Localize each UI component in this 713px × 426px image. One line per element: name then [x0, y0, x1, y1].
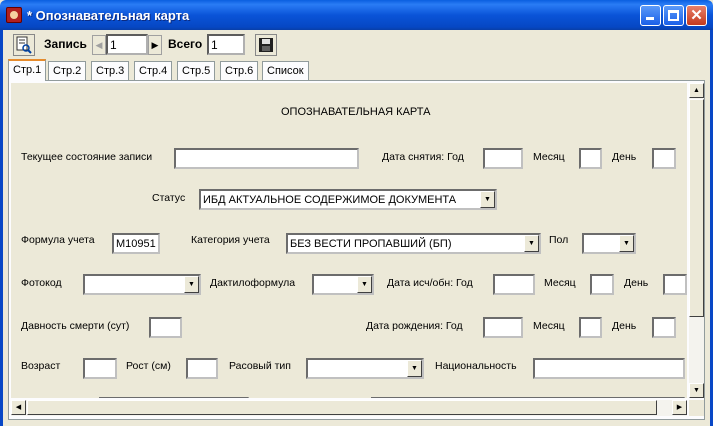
birth-day-label: День — [612, 320, 637, 332]
disappear-year-input[interactable] — [493, 274, 535, 295]
removal-year-input[interactable] — [483, 148, 523, 169]
minimize-button[interactable] — [640, 5, 661, 26]
category-value: БЕЗ ВЕСТИ ПРОПАВШИЙ (БП) — [290, 238, 452, 250]
tab-page-2[interactable]: Стр.2 — [48, 61, 87, 80]
record-label: Запись — [44, 37, 87, 51]
disappear-month-label: Месяц — [544, 277, 576, 289]
nationality-label: Национальность — [435, 360, 517, 372]
chevron-down-icon[interactable]: ▼ — [524, 235, 539, 252]
sex-label: Пол — [549, 234, 569, 246]
removal-month-input[interactable] — [579, 148, 602, 169]
birth-month-label: Месяц — [533, 320, 565, 332]
partial-field-1[interactable] — [99, 397, 249, 398]
scroll-corner — [689, 400, 704, 416]
form-heading: ОПОЗНАВАТЕЛЬНАЯ КАРТА — [281, 106, 431, 118]
search-document-button[interactable] — [13, 34, 35, 56]
maximize-button[interactable] — [663, 5, 684, 26]
next-record-button[interactable]: ▶ — [148, 35, 162, 55]
toolbar: Запись ◀ 1 ▶ Всего 1 — [0, 30, 713, 58]
arrow-left-icon: ◀ — [95, 40, 103, 50]
dactylo-select[interactable]: ▼ — [312, 274, 374, 295]
birth-year-input[interactable] — [483, 317, 523, 338]
record-number-input[interactable]: 1 — [106, 34, 148, 55]
status-select[interactable]: ИБД АКТУАЛЬНОЕ СОДЕРЖИМОЕ ДОКУМЕНТА ▼ — [199, 189, 497, 210]
nationality-field[interactable] — [533, 358, 685, 379]
form-area: ОПОЗНАВАТЕЛЬНАЯ КАРТА Текущее состояние … — [11, 83, 687, 398]
chevron-down-icon[interactable]: ▼ — [480, 191, 495, 208]
vertical-scroll-thumb[interactable] — [689, 99, 704, 317]
birth-day-input[interactable] — [652, 317, 676, 338]
tab-page-3[interactable]: Стр.3 — [91, 61, 130, 80]
death-age-label: Давность смерти (сут) — [21, 320, 130, 332]
photocode-select[interactable]: ▼ — [83, 274, 201, 295]
total-count-field: 1 — [207, 34, 245, 55]
window-title: * Опознавательная карта — [27, 8, 190, 23]
removal-day-label: День — [612, 151, 637, 163]
disappear-day-label: День — [624, 277, 649, 289]
race-select[interactable]: ▼ — [306, 358, 424, 379]
app-icon[interactable] — [6, 7, 22, 23]
category-select[interactable]: БЕЗ ВЕСТИ ПРОПАВШИЙ (БП) ▼ — [286, 233, 541, 254]
tab-page-1[interactable]: Стр.1 — [8, 59, 47, 81]
chevron-down-icon[interactable]: ▼ — [357, 276, 372, 293]
title-bar[interactable]: * Опознавательная карта ✕ — [0, 0, 713, 30]
formula-label: Формула учета — [21, 234, 95, 246]
status-label: Статус — [152, 192, 186, 204]
arrow-down-icon: ▼ — [693, 387, 700, 394]
arrow-left-icon: ◀ — [15, 404, 22, 411]
tab-page-4[interactable]: Стр.4 — [134, 61, 173, 80]
disappear-month-input[interactable] — [590, 274, 614, 295]
horizontal-scroll-thumb[interactable] — [27, 400, 657, 415]
age-input[interactable] — [83, 358, 117, 379]
total-label: Всего — [168, 37, 203, 51]
vertical-scrollbar[interactable]: ▲ ▼ — [689, 83, 704, 398]
arrow-right-icon: ▶ — [151, 40, 159, 50]
removal-month-label: Месяц — [533, 151, 565, 163]
tab-panel: ОПОЗНАВАТЕЛЬНАЯ КАРТА Текущее состояние … — [8, 80, 705, 420]
birth-year-label: Дата рождения: Год — [366, 320, 463, 332]
dactylo-label: Дактилоформула — [210, 277, 296, 289]
scroll-up-button[interactable]: ▲ — [689, 83, 704, 98]
death-age-input[interactable] — [149, 317, 182, 338]
height-input[interactable] — [186, 358, 218, 379]
photocode-label: Фотокод — [21, 277, 62, 289]
height-label: Рост (см) — [126, 360, 171, 372]
scroll-down-button[interactable]: ▼ — [689, 383, 704, 398]
chevron-down-icon[interactable]: ▼ — [619, 235, 634, 252]
formula-input[interactable]: М10951 — [112, 233, 160, 254]
prev-record-button[interactable]: ◀ — [92, 35, 106, 55]
tab-list[interactable]: Список — [262, 61, 309, 80]
close-icon: ✕ — [690, 7, 703, 24]
save-button[interactable] — [255, 34, 277, 56]
window-frame-left — [0, 30, 3, 426]
current-state-label: Текущее состояние записи — [21, 151, 153, 163]
maximize-icon — [668, 10, 679, 21]
chevron-down-icon[interactable]: ▼ — [407, 360, 422, 377]
tab-page-5[interactable]: Стр.5 — [177, 61, 216, 80]
status-value: ИБД АКТУАЛЬНОЕ СОДЕРЖИМОЕ ДОКУМЕНТА — [203, 194, 457, 206]
arrow-right-icon: ▶ — [676, 404, 683, 411]
chevron-down-icon[interactable]: ▼ — [184, 276, 199, 293]
scroll-right-button[interactable]: ▶ — [672, 400, 687, 415]
removal-year-label: Дата снятия: Год — [382, 151, 464, 163]
minimize-icon — [646, 17, 654, 20]
arrow-up-icon: ▲ — [693, 87, 700, 94]
search-document-icon — [16, 36, 32, 54]
category-label: Категория учета — [191, 234, 270, 246]
tab-page-6[interactable]: Стр.6 — [220, 61, 259, 80]
removal-day-input[interactable] — [652, 148, 676, 169]
scroll-left-button[interactable]: ◀ — [11, 400, 26, 415]
save-icon — [259, 38, 273, 52]
disappear-day-input[interactable] — [663, 274, 687, 295]
age-label: Возраст — [21, 360, 61, 372]
race-label: Расовый тип — [229, 360, 291, 372]
sex-select[interactable]: ▼ — [582, 233, 636, 254]
current-state-field[interactable] — [174, 148, 359, 169]
horizontal-scrollbar[interactable]: ◀ ▶ — [11, 400, 687, 416]
partial-field-2[interactable] — [371, 397, 685, 398]
close-button[interactable]: ✕ — [686, 5, 707, 26]
disappear-year-label: Дата исч/обн: Год — [387, 277, 473, 289]
birth-month-input[interactable] — [579, 317, 602, 338]
